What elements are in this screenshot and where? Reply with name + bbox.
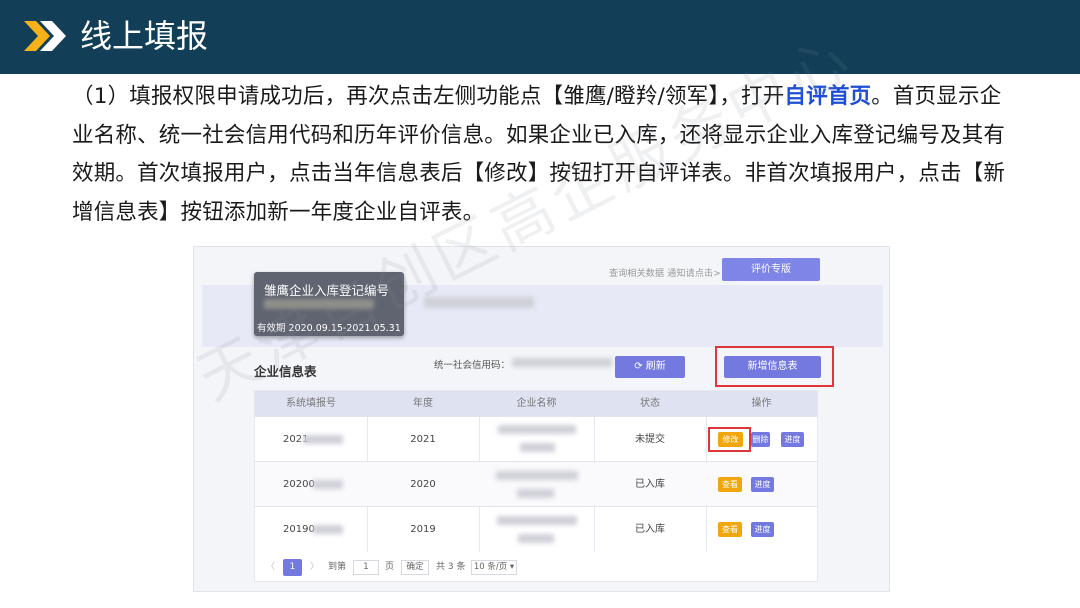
- cell-status: 已入库: [635, 524, 665, 535]
- refresh-label: 刷新: [645, 361, 666, 372]
- blurred-registration-number: [264, 299, 374, 309]
- view-button[interactable]: 查看: [718, 522, 742, 537]
- slide: 线上填报 （1）填报权限申请成功后，再次点击左侧功能点【雏鹰/瞪羚/领军】，打开…: [0, 0, 1080, 608]
- page-title: 线上填报: [80, 17, 209, 55]
- blurred-company-name: [520, 443, 555, 452]
- prev-page-button[interactable]: 〈: [266, 553, 275, 581]
- view-button[interactable]: 查看: [718, 477, 742, 492]
- next-page-button[interactable]: 〉: [310, 553, 319, 581]
- column-header: 操作: [751, 398, 772, 409]
- paragraph-highlight: 自评首页: [784, 84, 872, 109]
- evaluation-pro-button[interactable]: 评价专版: [722, 258, 820, 281]
- blurred-company-name: [497, 516, 577, 525]
- card-title: 雏鹰企业入库登记编号: [264, 283, 390, 298]
- header-bar: 线上填报: [0, 0, 1080, 74]
- progress-button[interactable]: 进度: [781, 432, 804, 447]
- current-page[interactable]: 1: [283, 559, 302, 576]
- per-page-select[interactable]: 10 条/页 ▾: [471, 560, 517, 575]
- delete-button[interactable]: 删除: [751, 432, 770, 447]
- table-row: 2021 2021 未提交 修改 删除 进度: [255, 416, 817, 461]
- credit-code-label: 统一社会信用码：: [434, 360, 511, 371]
- cell-year: 2019: [410, 524, 436, 535]
- cell-year: 2020: [410, 479, 436, 490]
- blurred-company-name: [517, 489, 554, 498]
- column-header: 系统填报号: [286, 398, 336, 409]
- blurred-credit-code: [512, 358, 612, 367]
- blurred-id: [313, 480, 343, 489]
- blurred-id: [313, 525, 343, 534]
- cell-status: 未提交: [635, 434, 665, 445]
- card-validity: 有效期 2020.09.15-2021.05.31: [257, 323, 401, 334]
- pagination: 〈 1 〉 到第 1 页 确定 共 3 条 10 条/页 ▾: [255, 553, 817, 581]
- progress-button[interactable]: 进度: [751, 522, 774, 537]
- top-links[interactable]: 查询相关数据 通知请点击>>: [609, 266, 729, 279]
- double-chevron-icon: [24, 21, 66, 51]
- refresh-icon: ⟳: [634, 361, 643, 372]
- table-header: 系统填报号 年度 企业名称 状态 操作: [255, 391, 817, 416]
- page-input[interactable]: 1: [353, 560, 379, 575]
- blurred-company-name: [518, 534, 554, 543]
- registration-card: 雏鹰企业入库登记编号 有效期 2020.09.15-2021.05.31: [254, 272, 404, 336]
- cell-year: 2021: [410, 434, 436, 445]
- instruction-paragraph: （1）填报权限申请成功后，再次点击左侧功能点【雏鹰/瞪羚/领军】，打开自评首页。…: [72, 78, 1012, 232]
- blurred-company-name: [496, 471, 578, 480]
- page-unit-label: 页: [385, 562, 395, 572]
- progress-button[interactable]: 进度: [751, 477, 774, 492]
- paragraph-text-1: （1）填报权限申请成功后，再次点击左侧功能点【雏鹰/瞪羚/领军】，打开: [72, 84, 785, 109]
- goto-label: 到第: [328, 562, 347, 572]
- highlight-box-new-button: [715, 346, 834, 387]
- embedded-screenshot: 查询相关数据 通知请点击>> 评价专版 统一社会信用码： 雏鹰企业入库登记编号 …: [193, 246, 890, 592]
- column-header: 企业名称: [516, 398, 557, 409]
- highlight-box-edit-button: [708, 427, 751, 452]
- refresh-button[interactable]: ⟳ 刷新: [615, 356, 685, 378]
- blurred-company-name: [424, 297, 534, 308]
- column-header: 状态: [640, 398, 660, 409]
- section-title: 企业信息表: [254, 364, 317, 379]
- total-count: 共 3 条: [436, 562, 466, 572]
- blurred-company-name: [498, 425, 576, 434]
- column-header: 年度: [413, 398, 433, 409]
- cell-status: 已入库: [635, 479, 665, 490]
- blurred-id: [303, 435, 343, 444]
- table-row: 20190 2019 已入库 查看 进度: [255, 506, 817, 551]
- table-row: 20200 2020 已入库 查看 进度: [255, 461, 817, 506]
- company-info-table: 系统填报号 年度 企业名称 状态 操作 2021 2021 未提交 修改 删除 …: [254, 390, 818, 582]
- confirm-button[interactable]: 确定: [401, 560, 429, 575]
